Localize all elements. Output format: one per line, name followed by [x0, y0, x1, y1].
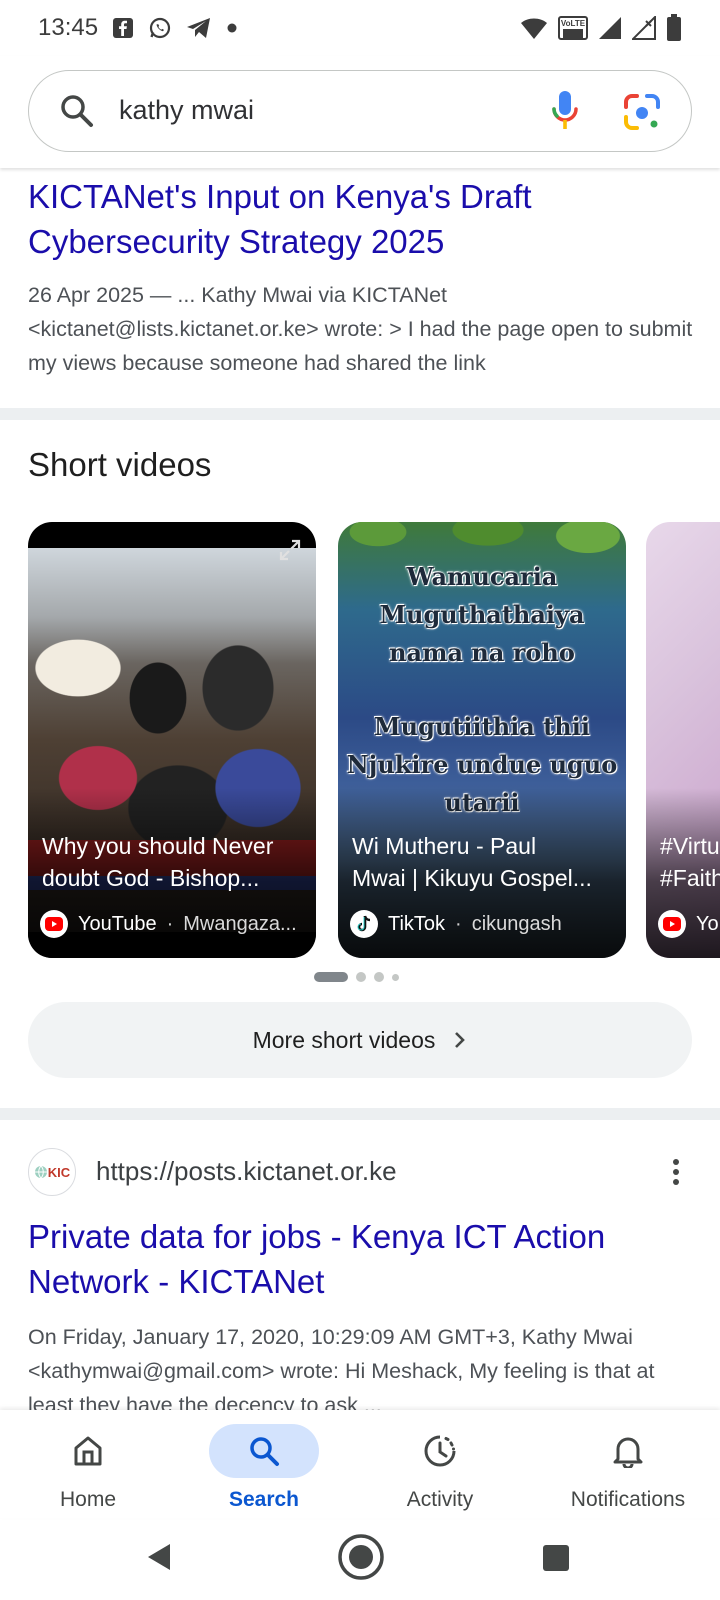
- globe-icon: [34, 1165, 47, 1179]
- result-title-link[interactable]: KICTANet's Input on Kenya's Draft Cybers…: [28, 174, 688, 264]
- wifi-icon: [521, 18, 547, 39]
- caption-line: Wi Mutheru - Paul: [352, 833, 537, 859]
- youtube-icon: [40, 910, 68, 938]
- source-name: YouTube: [78, 912, 157, 935]
- carousel-dot: [356, 972, 366, 982]
- home-button-icon[interactable]: [336, 1532, 386, 1582]
- nav-pill: [573, 1424, 683, 1478]
- channel-name: cikungash: [471, 912, 562, 935]
- caption-line: Why you should Never: [42, 833, 274, 859]
- caption-line: Mwai | Kikuyu Gospel...: [352, 865, 592, 891]
- source-separator: ·: [166, 912, 174, 935]
- status-bar: 13:45 VoLTE: [0, 0, 720, 56]
- bell-icon: [613, 1437, 643, 1468]
- overlay-line: Njukire undue uguo: [346, 750, 618, 779]
- nav-pill: [385, 1424, 495, 1478]
- search-input[interactable]: kathy mwai: [119, 95, 254, 126]
- nav-item-home[interactable]: Home: [8, 1410, 168, 1518]
- video-source: TikTok · cikungash: [350, 910, 614, 938]
- site-favicon[interactable]: KIC: [28, 1148, 76, 1196]
- nav-label: Notifications: [570, 1488, 686, 1511]
- carousel-dot-active: [314, 972, 348, 982]
- system-status-icons: VoLTE: [520, 14, 682, 42]
- back-icon[interactable]: [146, 1542, 172, 1572]
- nav-label: Activity: [406, 1488, 474, 1511]
- result-snippet: 26 Apr 2025 — ... Kathy Mwai via KICTANe…: [28, 283, 693, 375]
- nav-item-search[interactable]: Search: [184, 1410, 344, 1518]
- nav-pill: [33, 1424, 143, 1478]
- nav-label: Search: [228, 1488, 300, 1511]
- carousel-indicator: [314, 972, 399, 982]
- expand-icon: [279, 539, 301, 561]
- google-lens-icon[interactable]: [623, 93, 661, 131]
- caption-line: #Virtu: [660, 833, 720, 859]
- signal-icon: [599, 17, 621, 39]
- nav-label: Home: [59, 1488, 117, 1511]
- result-url[interactable]: https://posts.kictanet.or.ke: [96, 1156, 397, 1187]
- nav-pill: [209, 1424, 319, 1478]
- youtube-icon: [658, 910, 686, 938]
- bottom-navigation: Home Search Activity Notifications: [0, 1410, 720, 1518]
- short-video-card[interactable]: Wamucaria Muguthathaiya nama na roho Mug…: [338, 522, 626, 958]
- video-caption: #Virtu #Faith: [660, 830, 720, 894]
- home-icon: [74, 1436, 102, 1466]
- recents-icon[interactable]: [542, 1544, 570, 1572]
- search-header: kathy mwai: [0, 56, 720, 168]
- volte-icon: VoLTE: [558, 16, 588, 40]
- status-time: 13:45: [38, 14, 99, 41]
- video-source: YouTube · Mwangaza...: [40, 910, 304, 938]
- chevron-right-icon: [455, 1032, 466, 1048]
- nav-item-notifications[interactable]: Notifications: [536, 1410, 720, 1518]
- section-divider: [0, 1108, 720, 1120]
- short-video-card[interactable]: Why you should Never doubt God - Bishop.…: [28, 522, 316, 958]
- notification-icons: [112, 16, 238, 40]
- dot-icon: [227, 23, 237, 33]
- short-videos-heading: Short videos: [28, 446, 212, 483]
- video-text-overlay: Wamucaria Muguthathaiya nama na roho Mug…: [338, 558, 626, 822]
- activity-icon: [424, 1435, 456, 1467]
- nav-item-activity[interactable]: Activity: [360, 1410, 520, 1518]
- overlay-line: Mugutiithia thii: [374, 712, 590, 741]
- more-short-videos-label: More short videos: [252, 1026, 436, 1053]
- volte-label: VoLTE: [560, 19, 586, 28]
- search-bar[interactable]: kathy mwai: [28, 70, 692, 152]
- search-result: KICTANet's Input on Kenya's Draft Cybers…: [0, 168, 720, 408]
- search-icon: [250, 1437, 279, 1466]
- video-caption: Wi Mutheru - Paul Mwai | Kikuyu Gospel..…: [352, 830, 614, 894]
- tiktok-icon: [350, 910, 378, 938]
- more-options-icon[interactable]: [672, 1158, 680, 1186]
- more-short-videos-button[interactable]: More short videos: [28, 1002, 692, 1078]
- telegram-icon: [187, 18, 210, 38]
- search-icon: [61, 95, 93, 127]
- video-caption: Why you should Never doubt God - Bishop.…: [42, 830, 304, 894]
- favicon-text: KIC: [47, 1164, 71, 1180]
- caption-line: doubt God - Bishop...: [42, 865, 260, 891]
- caption-line: #Faith: [660, 865, 720, 891]
- carousel-dot: [392, 973, 399, 981]
- source-name: TikTok: [388, 912, 446, 935]
- facebook-icon: [113, 18, 133, 38]
- battery-icon: [667, 14, 681, 41]
- video-source: Yo: [658, 910, 720, 938]
- whatsapp-icon: [149, 17, 171, 39]
- overlay-line: Muguthathaiya: [379, 600, 585, 629]
- result-snippet: On Friday, January 17, 2020, 10:29:09 AM…: [28, 1325, 655, 1410]
- channel-name: Mwangaza...: [183, 912, 297, 935]
- result-title-link[interactable]: Private data for jobs - Kenya ICT Action…: [28, 1214, 698, 1304]
- source-name: Yo: [696, 912, 719, 935]
- overlay-line: Wamucaria: [406, 562, 558, 591]
- carousel-dot: [374, 972, 384, 982]
- short-video-card[interactable]: #Virtu #Faith Yo: [646, 522, 720, 958]
- source-separator: ·: [455, 912, 462, 935]
- system-navigation-bar: [0, 1518, 720, 1600]
- microphone-icon[interactable]: [549, 89, 581, 133]
- signal-x-icon: [632, 16, 656, 40]
- section-divider: [0, 408, 720, 420]
- overlay-line: nama na roho: [389, 638, 575, 667]
